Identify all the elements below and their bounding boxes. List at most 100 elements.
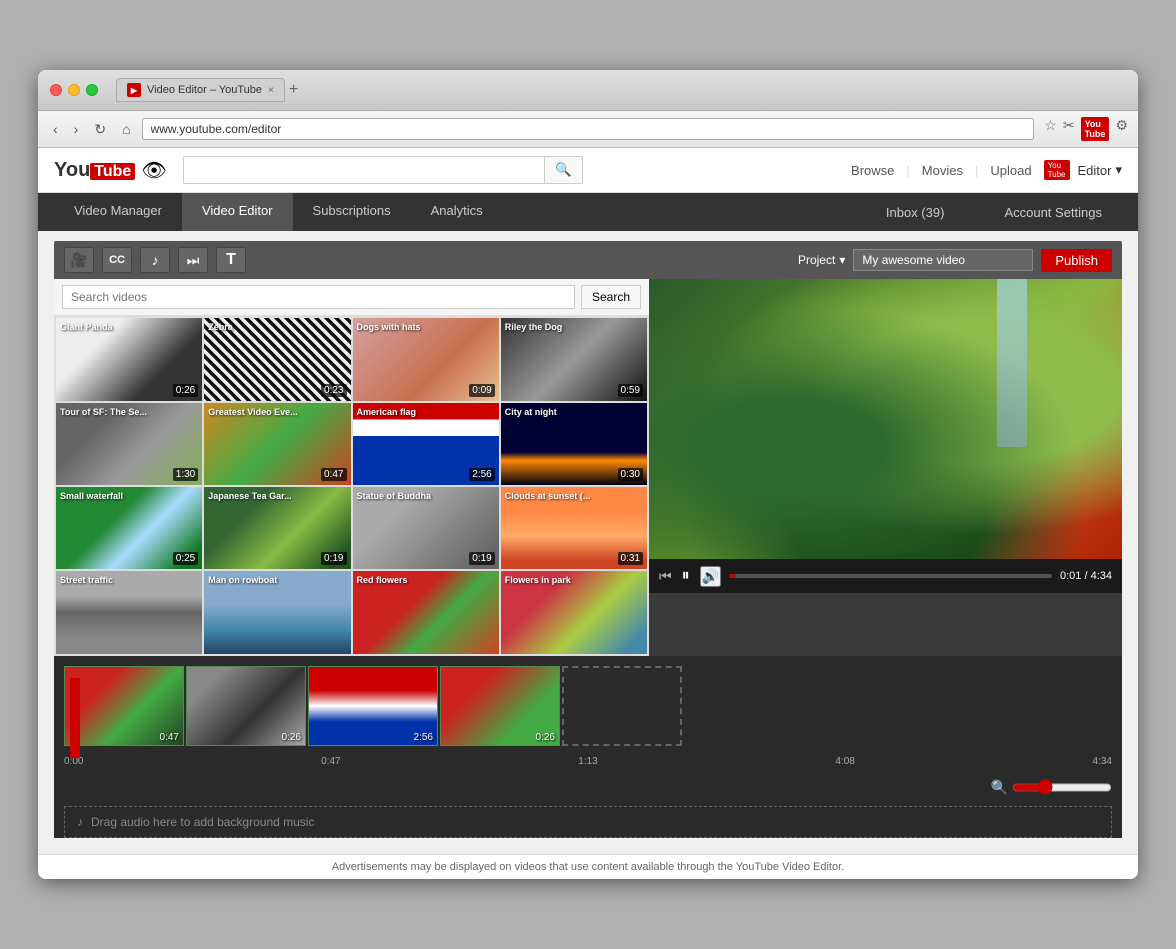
video-thumb-item[interactable]: Zebra 0:23: [204, 318, 350, 400]
address-bar[interactable]: [142, 118, 1035, 140]
tab-video-manager[interactable]: Video Manager: [54, 193, 182, 231]
caption-tool-button[interactable]: CC: [102, 247, 132, 273]
video-title: Tour of SF: The Se...: [60, 407, 147, 418]
video-search-input[interactable]: [62, 285, 575, 309]
ruler-label: 1:13: [578, 756, 597, 767]
video-thumb-item[interactable]: Small waterfall 0:25: [56, 487, 202, 569]
timeline-clip[interactable]: 0:26: [440, 666, 560, 746]
video-duration: 0:23: [321, 384, 346, 397]
video-search-button[interactable]: Search: [581, 285, 641, 309]
video-thumb-item[interactable]: Dogs with hats 0:09: [353, 318, 499, 400]
time-display: 0:01 / 4:34: [1060, 570, 1112, 582]
video-grid: Giant Panda 0:26 Zebra 0:23 Dogs with ha…: [54, 316, 649, 655]
music-note-icon: ♪: [77, 815, 83, 829]
star-icon[interactable]: ☆: [1044, 117, 1057, 141]
timeline-clip[interactable]: 0:47: [64, 666, 184, 746]
editor-arrow-icon: ▾: [1115, 162, 1122, 178]
close-button[interactable]: [50, 84, 62, 96]
yt-logo[interactable]: YouTube 👁: [54, 158, 167, 183]
browser-tab[interactable]: ▶ Video Editor – YouTube ×: [116, 78, 285, 102]
preview-video: [649, 279, 1122, 559]
browse-link[interactable]: Browse: [851, 163, 894, 178]
timeline-clip[interactable]: 2:56: [308, 666, 438, 746]
video-thumb-item[interactable]: Tour of SF: The Se... 1:30: [56, 403, 202, 485]
video-title: Red flowers: [357, 575, 408, 586]
video-thumb-item[interactable]: Greatest Video Eve... 0:47: [204, 403, 350, 485]
video-duration: 0:25: [173, 552, 198, 565]
tab-account-settings[interactable]: Account Settings: [984, 195, 1122, 230]
video-thumb-item[interactable]: Japanese Tea Gar... 0:19: [204, 487, 350, 569]
minimize-button[interactable]: [68, 84, 80, 96]
timeline-ruler: [54, 746, 1122, 754]
tab-title: Video Editor – YouTube: [147, 84, 262, 96]
tab-bar: ▶ Video Editor – YouTube × +: [116, 78, 1126, 102]
tab-video-editor[interactable]: Video Editor: [182, 193, 293, 231]
playhead-head: [70, 678, 80, 688]
tab-close-icon[interactable]: ×: [268, 85, 274, 96]
traffic-lights: [50, 84, 98, 96]
timeline-drop-zone[interactable]: [562, 666, 682, 746]
yt-logo-text: YouTube: [54, 159, 135, 182]
video-thumb-item[interactable]: Flowers in park: [501, 571, 647, 653]
text-tool-button[interactable]: T: [216, 247, 246, 273]
upload-link[interactable]: Upload: [990, 163, 1031, 178]
video-thumb-item[interactable]: Red flowers: [353, 571, 499, 653]
video-thumb-item[interactable]: Riley the Dog 0:59: [501, 318, 647, 400]
movies-link[interactable]: Movies: [922, 163, 963, 178]
search-container: 🔍: [183, 156, 583, 184]
tab-analytics[interactable]: Analytics: [411, 193, 503, 231]
new-tab-button[interactable]: +: [289, 81, 298, 99]
settings-icon[interactable]: ⚙: [1115, 117, 1128, 141]
video-title: Street traffic: [60, 575, 113, 586]
video-title: Small waterfall: [60, 491, 123, 502]
video-duration: 0:09: [469, 384, 494, 397]
camera-tool-button[interactable]: 🎥: [64, 247, 94, 273]
video-thumb-item[interactable]: City at night 0:30: [501, 403, 647, 485]
video-title: Zebra: [208, 322, 233, 333]
video-thumb-item[interactable]: American flag 2:56: [353, 403, 499, 485]
project-dropdown[interactable]: Project ▾: [798, 253, 845, 267]
transition-tool-button[interactable]: ⏭: [178, 247, 208, 273]
timeline-clip[interactable]: 0:26: [186, 666, 306, 746]
video-thumb-item[interactable]: Giant Panda 0:26: [56, 318, 202, 400]
video-title: Japanese Tea Gar...: [208, 491, 291, 502]
music-tool-button[interactable]: ♪: [140, 247, 170, 273]
reload-button[interactable]: ↻: [89, 119, 111, 140]
video-title: Greatest Video Eve...: [208, 407, 297, 418]
forward-button[interactable]: ›: [69, 119, 84, 139]
video-thumb-item[interactable]: Man on rowboat: [204, 571, 350, 653]
publish-button[interactable]: Publish: [1041, 249, 1112, 272]
back-button[interactable]: ‹: [48, 119, 63, 139]
tab-inbox[interactable]: Inbox (39): [866, 195, 965, 230]
home-button[interactable]: ⌂: [117, 119, 135, 139]
music-icon: ♪: [152, 252, 159, 268]
video-duration: 0:19: [321, 552, 346, 565]
ruler-label: 4:08: [835, 756, 854, 767]
video-thumb-item[interactable]: Statue of Buddha 0:19: [353, 487, 499, 569]
prev-clip-icon[interactable]: ⏮: [659, 568, 672, 585]
search-button[interactable]: 🔍: [544, 156, 583, 184]
video-duration: 1:30: [173, 468, 198, 481]
video-thumb-item[interactable]: Clouds at sunset (... 0:31: [501, 487, 647, 569]
project-name-input[interactable]: [853, 249, 1033, 271]
yt-user-area: YouTube Editor ▾: [1044, 160, 1122, 180]
video-duration: 0:26: [173, 384, 198, 397]
video-title: Clouds at sunset (...: [505, 491, 591, 502]
tools-icon[interactable]: ✂: [1063, 117, 1075, 141]
volume-button[interactable]: 🔊: [700, 566, 721, 587]
editor-button[interactable]: Editor ▾: [1078, 162, 1123, 178]
search-input[interactable]: [183, 156, 544, 184]
timeline-panel: 0:470:262:560:26 0:000:471:134:084:34 🔍: [54, 656, 1122, 838]
playback-bar[interactable]: [729, 574, 1052, 578]
nav-tab-right: Inbox (39) Account Settings: [866, 195, 1122, 230]
audio-track[interactable]: ♪ Drag audio here to add background musi…: [64, 806, 1112, 838]
zoom-slider[interactable]: [1012, 779, 1112, 796]
play-pause-button[interactable]: ⏸: [680, 565, 692, 587]
video-title: City at night: [505, 407, 557, 418]
video-thumb-item[interactable]: Street traffic: [56, 571, 202, 653]
ruler-labels: 0:000:471:134:084:34: [54, 754, 1122, 775]
video-title: Giant Panda: [60, 322, 113, 333]
yt-logo-tube: Tube: [90, 163, 135, 180]
tab-subscriptions[interactable]: Subscriptions: [293, 193, 411, 231]
maximize-button[interactable]: [86, 84, 98, 96]
